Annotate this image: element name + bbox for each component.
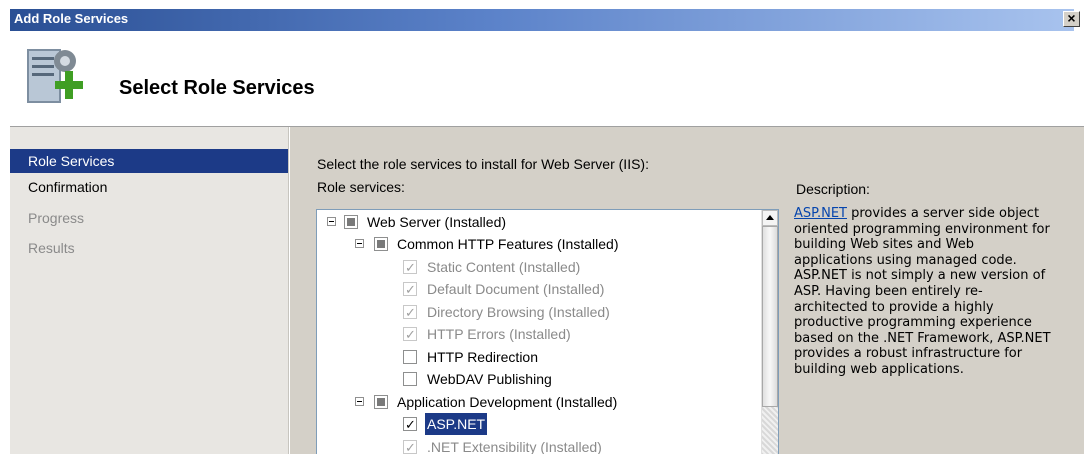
tree-item-label: Common HTTP Features (Installed) xyxy=(397,236,619,252)
title-bar: Add Role Services xyxy=(10,9,1074,31)
tree-scrollbar[interactable] xyxy=(761,210,778,454)
server-add-icon xyxy=(27,49,83,103)
nav-item-confirmation[interactable]: Confirmation xyxy=(10,175,288,199)
tree-item-label: HTTP Errors (Installed) xyxy=(427,326,571,342)
tree-item-label: Application Development (Installed) xyxy=(397,394,618,410)
scroll-up-button[interactable] xyxy=(762,210,778,226)
tree-checkbox[interactable] xyxy=(403,437,417,454)
tree-item-label: Default Document (Installed) xyxy=(427,281,605,297)
nav-item-progress: Progress xyxy=(28,210,85,226)
content-panel: Select the role services to install for … xyxy=(290,127,1084,454)
tree-checkbox[interactable] xyxy=(403,414,417,436)
instruction-text: Select the role services to install for … xyxy=(317,156,649,172)
tree-checkbox[interactable] xyxy=(403,350,417,364)
close-button[interactable]: × xyxy=(1063,11,1080,27)
tree-item-label: .NET Extensibility (Installed) xyxy=(427,439,602,454)
tree-checkbox[interactable] xyxy=(403,372,417,386)
window-title: Add Role Services xyxy=(14,11,129,26)
description-body: provides a server side object oriented p… xyxy=(794,206,1051,377)
tree-checkbox[interactable] xyxy=(374,395,388,409)
tree-checkbox[interactable] xyxy=(403,257,417,279)
wizard-header: Select Role Services xyxy=(10,31,1084,126)
tree-checkbox[interactable] xyxy=(403,302,417,324)
add-role-services-window: Add Role Services × Select Role Services… xyxy=(0,0,1084,454)
role-services-tree[interactable]: Web Server (Installed) Common HTTP Featu… xyxy=(316,209,779,454)
tree-item-label: Static Content (Installed) xyxy=(427,259,581,275)
tree-checkbox[interactable] xyxy=(403,324,417,346)
tree-checkbox[interactable] xyxy=(403,279,417,301)
collapse-icon[interactable] xyxy=(327,217,336,226)
asp-net-link[interactable]: ASP.NET xyxy=(794,206,847,221)
collapse-icon[interactable] xyxy=(355,397,364,406)
role-services-label: Role services: xyxy=(317,179,405,195)
tree-item-label: WebDAV Publishing xyxy=(427,371,552,387)
nav-item-results: Results xyxy=(28,240,75,256)
scroll-thumb[interactable] xyxy=(762,226,778,407)
page-title: Select Role Services xyxy=(119,77,315,99)
description-text: ASP.NET provides a server side object or… xyxy=(794,206,1056,378)
description-label: Description: xyxy=(796,181,870,197)
tree-checkbox[interactable] xyxy=(374,237,388,251)
tree-item-label: HTTP Redirection xyxy=(427,349,539,365)
wizard-nav: Role Services Confirmation Progress Resu… xyxy=(10,127,289,454)
tree-checkbox[interactable] xyxy=(344,215,358,229)
collapse-icon[interactable] xyxy=(355,239,364,248)
nav-item-role-services[interactable]: Role Services xyxy=(10,149,288,173)
tree-item-label: Web Server (Installed) xyxy=(367,214,507,230)
tree-item-label: Directory Browsing (Installed) xyxy=(427,304,610,320)
tree-item-label: ASP.NET xyxy=(425,413,488,435)
scroll-track[interactable] xyxy=(762,407,778,454)
